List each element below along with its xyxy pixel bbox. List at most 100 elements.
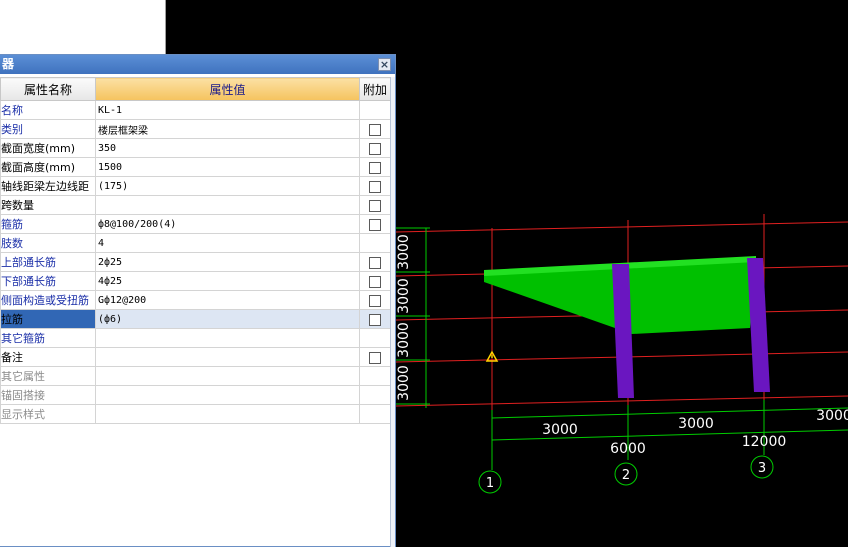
table-header-row: 属性名称 属性值 附加 bbox=[0, 77, 391, 101]
attach-cell bbox=[359, 290, 391, 310]
dim-bottom-2: 3000 bbox=[678, 416, 714, 432]
axis-bubble-2[interactable]: 2 bbox=[614, 462, 638, 486]
attach-cell bbox=[359, 309, 391, 329]
property-name: 截面高度(mm) bbox=[0, 157, 96, 177]
drawing-canvas[interactable]: 3000 3000 3000 3000 3000 3000 3000 6000 … bbox=[396, 0, 848, 547]
property-value[interactable]: (175) bbox=[95, 176, 360, 196]
attach-cell bbox=[359, 119, 391, 139]
attach-checkbox[interactable] bbox=[369, 256, 381, 269]
property-row[interactable]: 显示样式 bbox=[0, 404, 391, 424]
axis-bubble-1[interactable]: 1 bbox=[478, 470, 502, 494]
panel-title: 器 bbox=[2, 57, 15, 71]
property-value[interactable] bbox=[95, 195, 360, 215]
attach-checkbox[interactable] bbox=[369, 123, 381, 136]
property-value[interactable] bbox=[95, 347, 360, 367]
property-row[interactable]: 上部通长筋 2ф25 bbox=[0, 252, 391, 272]
property-value[interactable]: 350 bbox=[95, 138, 360, 158]
dim-bottom-1: 3000 bbox=[542, 422, 578, 438]
header-attach[interactable]: 附加 bbox=[359, 77, 391, 101]
property-value[interactable] bbox=[95, 385, 360, 405]
attach-cell bbox=[359, 138, 391, 158]
attach-cell bbox=[359, 404, 391, 424]
property-name: 箍筋 bbox=[0, 214, 96, 234]
panel-title-bar[interactable]: 器 × bbox=[0, 55, 395, 74]
attach-checkbox[interactable] bbox=[369, 161, 381, 174]
axis-label-3: 3 bbox=[758, 461, 766, 476]
property-value[interactable]: Gф12@200 bbox=[95, 290, 360, 310]
property-name: 备注 bbox=[0, 347, 96, 367]
property-row[interactable]: 备注 bbox=[0, 347, 391, 367]
attach-checkbox[interactable] bbox=[369, 199, 381, 212]
axis-label-2: 2 bbox=[622, 468, 630, 483]
attach-checkbox[interactable] bbox=[369, 351, 381, 364]
property-value[interactable]: (ф6) bbox=[95, 309, 360, 329]
property-value[interactable]: 4ф25 bbox=[95, 271, 360, 291]
property-row[interactable]: 其它属性 bbox=[0, 366, 391, 386]
property-name: 肢数 bbox=[0, 233, 96, 253]
property-value[interactable]: ф8@100/200(4) bbox=[95, 214, 360, 234]
property-name: 拉筋 bbox=[0, 309, 96, 329]
panel-scroll-edge bbox=[390, 77, 395, 547]
attach-cell bbox=[359, 214, 391, 234]
dim-bottom-3: 3000 bbox=[816, 408, 848, 424]
header-property-value[interactable]: 属性值 bbox=[95, 77, 360, 101]
attach-cell bbox=[359, 347, 391, 367]
attach-cell bbox=[359, 271, 391, 291]
property-row[interactable]: 箍筋 ф8@100/200(4) bbox=[0, 214, 391, 234]
property-row[interactable]: 侧面构造或受扭筋 Gф12@200 bbox=[0, 290, 391, 310]
property-row[interactable]: 肢数 4 bbox=[0, 233, 391, 253]
property-value[interactable] bbox=[95, 404, 360, 424]
attach-cell bbox=[359, 176, 391, 196]
property-row[interactable]: 类别 楼层框架梁 bbox=[0, 119, 391, 139]
property-row[interactable]: 截面宽度(mm) 350 bbox=[0, 138, 391, 158]
property-name: 名称 bbox=[0, 100, 96, 120]
dim-left-2: 3000 bbox=[396, 278, 412, 314]
attach-cell bbox=[359, 252, 391, 272]
close-icon[interactable]: × bbox=[378, 58, 391, 71]
attach-cell bbox=[359, 157, 391, 177]
property-row[interactable]: 轴线距梁左边线距 (175) bbox=[0, 176, 391, 196]
property-name: 截面宽度(mm) bbox=[0, 138, 96, 158]
attach-checkbox[interactable] bbox=[369, 275, 381, 288]
property-row[interactable]: 拉筋 (ф6) bbox=[0, 309, 391, 329]
dim-left-4: 3000 bbox=[396, 365, 412, 401]
attach-cell bbox=[359, 385, 391, 405]
property-name: 下部通长筋 bbox=[0, 271, 96, 291]
attach-cell bbox=[359, 195, 391, 215]
dim-left-3: 3000 bbox=[396, 322, 412, 358]
property-row[interactable]: 名称 KL-1 bbox=[0, 100, 391, 120]
property-table: 属性名称 属性值 附加 名称 KL-1 类别 楼层框架梁 截面宽度(mm) 350 截面高度… bbox=[0, 77, 391, 424]
property-value[interactable]: KL-1 bbox=[95, 100, 360, 120]
property-value[interactable] bbox=[95, 328, 360, 348]
property-name: 跨数量 bbox=[0, 195, 96, 215]
attach-checkbox[interactable] bbox=[369, 142, 381, 155]
property-value[interactable] bbox=[95, 366, 360, 386]
left-top-pane bbox=[0, 0, 166, 54]
property-name: 锚固搭接 bbox=[0, 385, 96, 405]
property-value[interactable]: 1500 bbox=[95, 157, 360, 177]
attach-checkbox[interactable] bbox=[369, 294, 381, 307]
property-row[interactable]: 其它箍筋 bbox=[0, 328, 391, 348]
attach-cell bbox=[359, 233, 391, 253]
attach-cell bbox=[359, 366, 391, 386]
header-property-name[interactable]: 属性名称 bbox=[0, 77, 96, 101]
axis-label-1: 1 bbox=[486, 476, 494, 491]
dim-left-1: 3000 bbox=[396, 234, 412, 270]
property-value[interactable]: 4 bbox=[95, 233, 360, 253]
column-3[interactable] bbox=[747, 258, 770, 392]
property-row[interactable]: 截面高度(mm) 1500 bbox=[0, 157, 391, 177]
property-value[interactable]: 2ф25 bbox=[95, 252, 360, 272]
property-name: 上部通长筋 bbox=[0, 252, 96, 272]
attach-checkbox[interactable] bbox=[369, 218, 381, 231]
property-row[interactable]: 下部通长筋 4ф25 bbox=[0, 271, 391, 291]
property-value[interactable]: 楼层框架梁 bbox=[95, 119, 360, 139]
axis-bubble-3[interactable]: 3 bbox=[750, 455, 774, 479]
property-editor-panel: 器 × 属性名称 属性值 附加 名称 KL-1 类别 楼层框架梁 截面宽度(mm) 350… bbox=[0, 54, 396, 547]
property-row[interactable]: 跨数量 bbox=[0, 195, 391, 215]
attach-cell bbox=[359, 100, 391, 120]
property-name: 显示样式 bbox=[0, 404, 96, 424]
property-row[interactable]: 锚固搭接 bbox=[0, 385, 391, 405]
attach-checkbox[interactable] bbox=[369, 180, 381, 193]
attach-checkbox[interactable] bbox=[369, 313, 381, 326]
left-top-dark-area bbox=[166, 0, 396, 54]
